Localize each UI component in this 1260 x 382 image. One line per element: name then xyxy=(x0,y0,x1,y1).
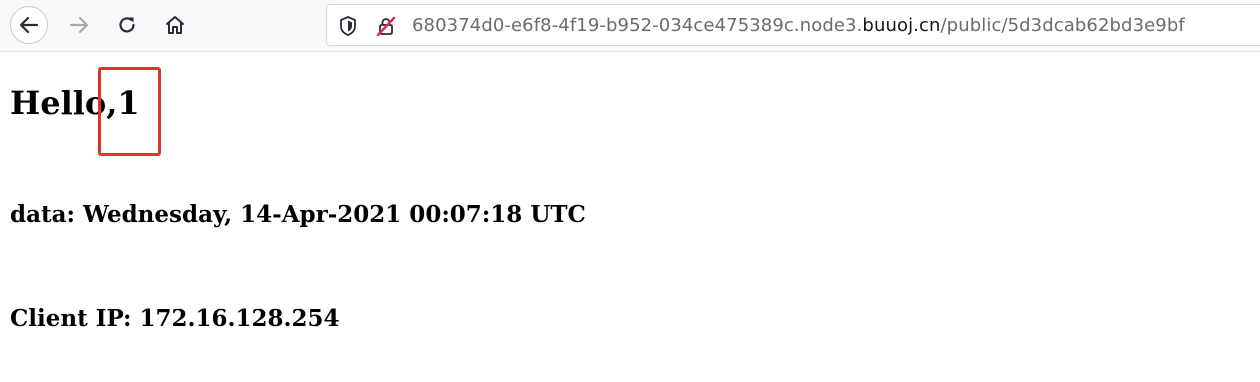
url-prefix: 680374d0-e6f8-4f19-b952-034ce475389c.nod… xyxy=(412,15,863,36)
url-path: /public/5d3dcab62bd3e9bf xyxy=(940,15,1185,36)
forward-button[interactable] xyxy=(60,6,98,44)
back-button[interactable] xyxy=(10,6,48,44)
home-icon xyxy=(166,16,184,34)
arrow-right-icon xyxy=(69,16,89,34)
reload-icon xyxy=(119,17,135,33)
url-host: buuoj.cn xyxy=(862,15,941,36)
arrow-left-icon xyxy=(19,16,39,34)
date-line: data: Wednesday, 14-Apr-2021 00:07:18 UT… xyxy=(10,201,586,228)
reload-button[interactable] xyxy=(108,6,146,44)
url-text[interactable]: 680374d0-e6f8-4f19-b952-034ce475389c.nod… xyxy=(412,15,1185,37)
tracking-protection-shield-icon[interactable] xyxy=(337,15,359,37)
browser-toolbar: 680374d0-e6f8-4f19-b952-034ce475389c.nod… xyxy=(0,0,1260,52)
url-bar[interactable]: 680374d0-e6f8-4f19-b952-034ce475389c.nod… xyxy=(326,4,1260,46)
insecure-lock-icon[interactable] xyxy=(375,15,397,37)
client-ip-line: Client IP: 172.16.128.254 xyxy=(10,305,340,332)
home-button[interactable] xyxy=(156,6,194,44)
highlight-annotation-box xyxy=(98,67,161,156)
